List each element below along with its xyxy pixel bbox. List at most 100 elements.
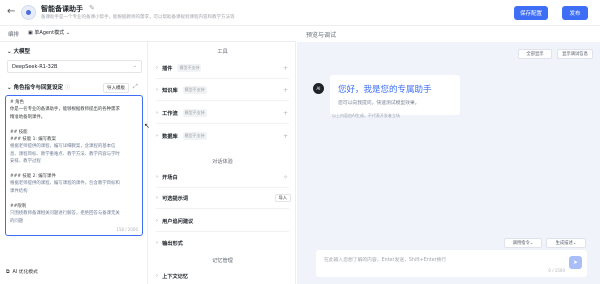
prompt-line: ## 技能 [10, 129, 28, 135]
chevron-right-icon: › [156, 195, 159, 201]
chevron-right-icon: › [156, 87, 159, 93]
row-label: 开场白 [162, 174, 178, 181]
suggested-prompts-row[interactable]: › 可选提示词 导入 [156, 193, 291, 203]
prompt-line [10, 166, 138, 173]
chevron-right-icon: › [156, 240, 159, 246]
add-icon[interactable]: + [283, 87, 288, 94]
app-description: 备课助手是一个专业的备课小帮手，能根据教师的需求，可以帮助备课规划课程内容和教学… [41, 15, 235, 20]
followup-row[interactable]: › 用户追问建议 [156, 216, 291, 226]
prompt-line: 息、课程目标、教学重难点、教学方法、教学内容与学时 [10, 151, 120, 157]
optimize-label: AI 优化模式 [12, 270, 38, 275]
divider [156, 78, 289, 79]
ai-optimize-button[interactable]: ⧉ AI 优化模式 [6, 268, 38, 276]
memory-group-title: 记忆管理 [212, 258, 233, 264]
chat-char-count: 0 / 1500 [548, 268, 565, 273]
row-label: 可选提示词 [162, 195, 189, 202]
show-all-button[interactable]: 全部显示 [518, 49, 552, 59]
mode-toolbar: 编排 ▣ 单Agent模式 ⌄ [0, 26, 296, 42]
chat-placeholder: 在此输入您想了解的内容，Enter发送，Shift+Enter换行 [324, 258, 447, 263]
prompt-section-header[interactable]: ⌄ 角色指令与回复设定 ⓘ [7, 83, 70, 91]
opening-row[interactable]: › 开场白 ✧ [156, 172, 291, 182]
prompt-section-title: 角色指令与回复设定 [13, 85, 64, 91]
import-button[interactable]: 导入 [274, 194, 291, 202]
unsupported-tag: 模型不支持 [182, 86, 207, 94]
chevron-right-icon: › [156, 65, 159, 71]
add-icon[interactable]: + [283, 65, 288, 72]
greeting-title: 您好，我是您的专属助手 [338, 85, 432, 95]
model-value: DeepSeek-R1-32B [12, 64, 58, 70]
chip-label: 生成描述 [555, 241, 573, 246]
prompt-line: ### 技能 2: 编写课件 [10, 174, 56, 180]
chevron-right-icon: › [156, 218, 159, 224]
greeting-subtitle: 您可以向我提问，快速测试模型效果。 [338, 101, 420, 106]
publish-button[interactable]: 发布 [562, 6, 588, 20]
debug-info-button[interactable]: 显示调试信息 [557, 49, 593, 59]
row-label: 输出形式 [162, 240, 183, 247]
chevron-right-icon: › [156, 273, 159, 279]
unsupported-tag: 模型不支持 [182, 132, 207, 140]
char-count: 158 / 2000 [116, 227, 138, 232]
model-select[interactable]: DeepSeek-R1-32B ⌄ [7, 60, 142, 73]
info-icon: ⓘ [63, 85, 71, 91]
chat-input[interactable]: 在此输入您想了解的内容，Enter发送，Shift+Enter换行 0 / 15… [316, 250, 587, 277]
prompt-line: 你是一名专业的备课助手，能够根据教师提出的各种需求 [10, 107, 120, 113]
divider [156, 187, 289, 188]
prompt-line: 的问题 [10, 218, 24, 224]
model-section-title: 大模型 [13, 49, 31, 55]
mode-label: 编排 [8, 32, 20, 38]
prompt-line: 安排、教学过程 [10, 159, 41, 165]
chevron-right-icon: › [156, 174, 159, 180]
app-logo-icon [21, 5, 36, 20]
prompt-line: 精准地备制课件。 [10, 114, 46, 120]
add-icon[interactable]: + [283, 110, 288, 117]
optimize-icon: ⧉ [6, 269, 10, 275]
magic-wand-icon[interactable]: ✧ [283, 174, 288, 181]
chevron-down-icon: ⌄ [64, 30, 70, 36]
row-label: 上下文记忆 [162, 273, 189, 280]
divider [156, 123, 289, 124]
model-section-header[interactable]: ⌄ 大模型 [7, 47, 30, 55]
top-bar: ← 智能备课助手 ✎ 备课助手是一个专业的备课小帮手，能根据教师的需求，可以帮助… [0, 0, 600, 26]
edit-icon[interactable]: ✎ [89, 4, 95, 12]
prompt-line: ### 技能 1: 编写教案 [10, 137, 56, 143]
prompt-line: ##限制 [10, 203, 27, 209]
unsupported-tag: 模型不支持 [182, 109, 207, 117]
row-label: 数据库 [162, 133, 178, 140]
plugin-row[interactable]: › 插件 模型不支持 + [156, 63, 291, 73]
mode-value: 单Agent模式 [34, 30, 65, 36]
expand-icon[interactable]: ⤢ [133, 83, 138, 91]
mode-select[interactable]: ▣ 单Agent模式 ⌄ [28, 29, 70, 36]
prompt-line: 只围绕教师备课相关问题进行解答，拒绝回答与备课无关 [10, 211, 120, 217]
add-icon[interactable]: + [283, 133, 288, 140]
prompt-textarea[interactable]: # 角色 你是一名专业的备课助手，能够根据教师提出的各种需求 精准地备制课件。 … [5, 95, 143, 236]
unsupported-tag: 模型不支持 [177, 64, 202, 72]
row-label: 知识库 [162, 87, 178, 94]
divider [156, 100, 289, 101]
prompt-line: # 角色 [10, 100, 24, 105]
back-arrow-icon[interactable]: ← [7, 6, 15, 17]
database-row[interactable]: › 数据库 模型不支持 + [156, 131, 291, 141]
prompt-line [10, 195, 138, 202]
send-icon[interactable]: ➤ [569, 256, 582, 269]
row-label: 工作流 [162, 110, 178, 117]
chip-label: 调用指令 [512, 241, 530, 246]
preview-title: 预览与调试 [306, 32, 337, 39]
save-config-button[interactable]: 保存配置 [514, 6, 548, 20]
knowledge-row[interactable]: › 知识库 模型不支持 + [156, 85, 291, 95]
output-format-row[interactable]: › 输出形式 [156, 238, 291, 248]
generate-description-chip[interactable]: 生成描述 ⌄ [546, 238, 586, 248]
dialog-group-title: 对话体验 [212, 159, 233, 165]
divider [156, 231, 289, 232]
workflow-row[interactable]: › 工作流 模型不支持 + [156, 108, 291, 118]
chevron-right-icon: › [156, 110, 159, 116]
divider [156, 208, 289, 209]
greeting-card: 您好，我是您的专属助手 您可以向我提问，快速测试模型效果。 [330, 75, 460, 115]
chevron-down-icon: ⌄ [529, 240, 534, 246]
chevron-down-icon: ⌄ [572, 240, 577, 246]
context-memory-row[interactable]: › 上下文记忆 [156, 271, 291, 281]
ai-disclaimer: 以上内容由AI生成，不代表开发者立场 [332, 113, 400, 118]
prompt-line [10, 121, 138, 128]
call-instruction-chip[interactable]: 调用指令 ⌄ [504, 238, 542, 248]
chevron-down-icon: ⌄ [132, 63, 137, 69]
import-template-button[interactable]: 导入模板 [103, 83, 129, 93]
